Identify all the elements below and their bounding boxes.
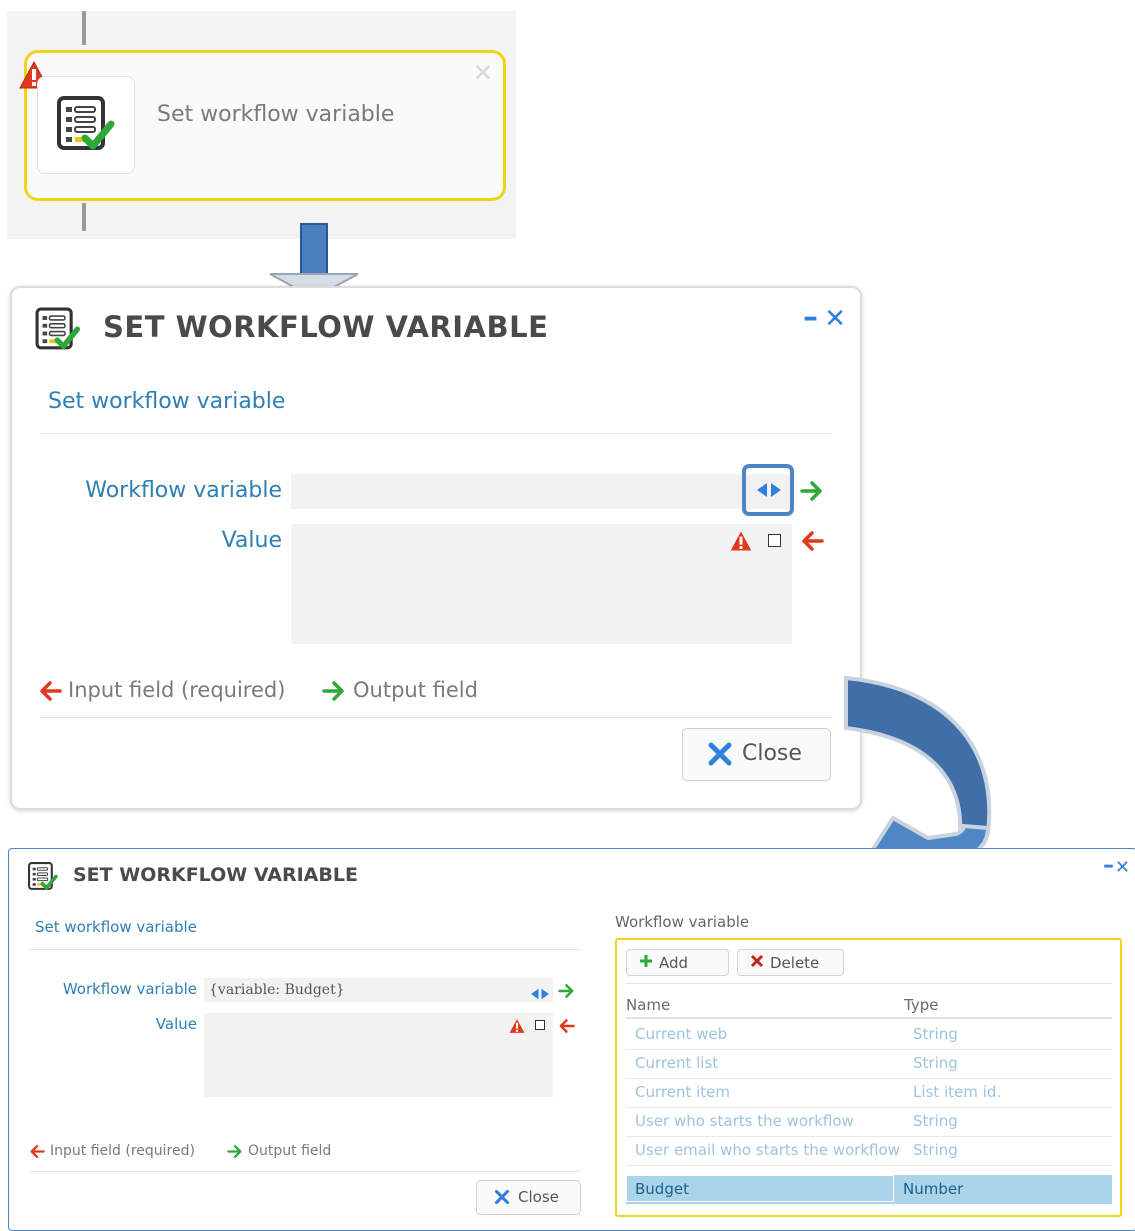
- legend-output-arrow-icon: [322, 680, 346, 706]
- row-type: Number: [903, 1180, 964, 1198]
- dialog-title: SET WORKFLOW VARIABLE: [103, 310, 549, 344]
- set-variable-dialog-filled: SET WORKFLOW VARIABLE – ✕ Set workflow v…: [8, 848, 1135, 1231]
- legend-output-text: Output field: [248, 1143, 332, 1159]
- output-arrow-icon: [800, 480, 824, 506]
- variable-picker-button[interactable]: [742, 464, 794, 516]
- close-x-icon: [707, 741, 733, 771]
- dialog-close-icon[interactable]: ✕: [824, 304, 846, 334]
- row-type: String: [913, 1025, 958, 1043]
- delete-button[interactable]: Delete: [737, 949, 844, 976]
- node-close-icon[interactable]: ✕: [473, 59, 493, 87]
- divider: [29, 1171, 581, 1172]
- plus-icon: [639, 954, 653, 972]
- row-name: User who starts the workflow: [635, 1112, 854, 1130]
- warning-icon: [730, 530, 752, 556]
- dialog-title: SET WORKFLOW VARIABLE: [73, 864, 358, 886]
- variable-picker-panel: Add Delete Name Type Current web String …: [615, 938, 1122, 1217]
- legend-input-arrow-icon: [29, 1144, 45, 1163]
- close-button[interactable]: Close: [682, 728, 831, 781]
- table-row[interactable]: User email who starts the workflow Strin…: [626, 1136, 1112, 1166]
- row-name: Current list: [635, 1054, 719, 1072]
- workflow-variable-field[interactable]: {variable: Budget}: [204, 978, 553, 1002]
- workflow-canvas: Set workflow variable ✕: [7, 11, 516, 239]
- add-button[interactable]: Add: [626, 949, 729, 976]
- table-row[interactable]: User who starts the workflow String: [626, 1107, 1112, 1137]
- divider: [40, 433, 832, 434]
- row-type: List item id.: [913, 1083, 1002, 1101]
- table-row[interactable]: Current web String: [626, 1020, 1112, 1050]
- legend-input-arrow-icon: [38, 680, 62, 706]
- row-type: String: [913, 1054, 958, 1072]
- close-button-label: Close: [518, 1188, 559, 1206]
- connector-line-bottom: [82, 203, 86, 231]
- minimize-button[interactable]: –: [1103, 853, 1114, 878]
- close-button-label: Close: [742, 741, 802, 766]
- value-field[interactable]: [204, 1013, 553, 1097]
- column-header-name[interactable]: Name: [626, 996, 670, 1014]
- variable-picker-button[interactable]: [530, 985, 550, 1004]
- warning-icon: [509, 1018, 525, 1038]
- divider: [626, 983, 1112, 984]
- node-label: Set workflow variable: [157, 102, 395, 127]
- add-button-label: Add: [659, 953, 689, 972]
- expand-checkbox-icon[interactable]: [535, 1020, 545, 1030]
- checklist-icon: [55, 94, 117, 160]
- row-type: String: [913, 1112, 958, 1130]
- legend-output-arrow-icon: [227, 1144, 243, 1163]
- workflow-variable-field[interactable]: [291, 474, 792, 509]
- row-name: Current web: [635, 1025, 728, 1043]
- dialog-checklist-icon: [27, 861, 59, 897]
- delete-x-icon: [750, 954, 764, 972]
- column-header-type[interactable]: Type: [904, 996, 938, 1014]
- input-arrow-icon: [558, 1018, 575, 1038]
- table-row[interactable]: Current list String: [626, 1049, 1112, 1079]
- workflow-variable-label: Workflow variable: [85, 478, 282, 503]
- dialog-close-icon[interactable]: ✕: [1115, 857, 1130, 878]
- row-name: Current item: [635, 1083, 730, 1101]
- table-row[interactable]: Current item List item id.: [626, 1078, 1112, 1108]
- workflow-action-node[interactable]: Set workflow variable ✕: [19, 50, 506, 201]
- row-name: User email who starts the workflow: [635, 1141, 900, 1159]
- divider: [29, 949, 581, 950]
- table-row-selected[interactable]: Budget Number: [626, 1175, 1112, 1204]
- left-right-arrows-icon: [757, 482, 781, 502]
- row-type: String: [913, 1141, 958, 1159]
- connector-line-top: [82, 11, 86, 45]
- workflow-variable-value: {variable: Budget}: [209, 982, 345, 998]
- output-arrow-icon: [558, 983, 575, 1003]
- delete-button-label: Delete: [770, 953, 820, 972]
- workflow-variable-label: Workflow variable: [62, 980, 197, 998]
- close-button[interactable]: Close: [476, 1180, 581, 1215]
- section-title: Set workflow variable: [48, 389, 286, 414]
- legend-input-text: Input field (required): [50, 1143, 195, 1159]
- legend-input-text: Input field (required): [68, 678, 286, 702]
- action-icon-box: [37, 76, 135, 174]
- section-title: Set workflow variable: [35, 918, 197, 936]
- legend-output-text: Output field: [353, 678, 478, 702]
- divider: [626, 1017, 1112, 1019]
- set-variable-dialog-empty: SET WORKFLOW VARIABLE – ✕ Set workflow v…: [10, 286, 862, 810]
- close-x-icon: [494, 1189, 510, 1209]
- value-label: Value: [155, 1015, 197, 1033]
- expand-checkbox-icon[interactable]: [768, 534, 781, 547]
- row-name: Budget: [626, 1175, 894, 1202]
- value-label: Value: [221, 528, 282, 553]
- input-arrow-icon: [800, 530, 824, 556]
- dialog-checklist-icon: [34, 306, 82, 358]
- variable-panel-caption: Workflow variable: [615, 913, 750, 931]
- value-field[interactable]: [291, 524, 792, 644]
- divider: [40, 717, 832, 718]
- minimize-button[interactable]: –: [803, 300, 818, 335]
